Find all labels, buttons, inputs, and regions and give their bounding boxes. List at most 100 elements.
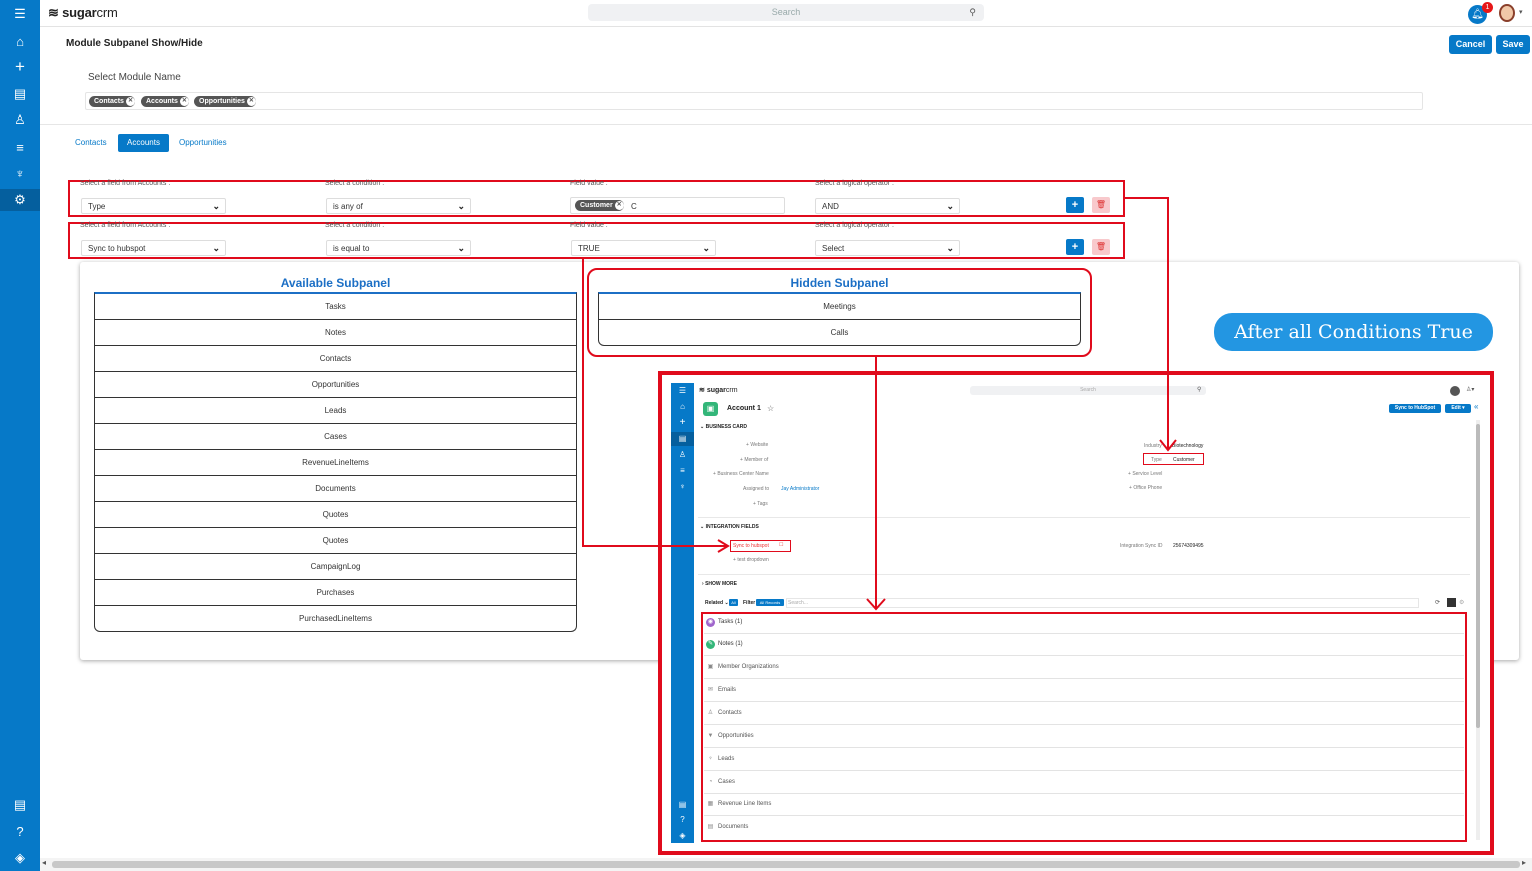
logo-suffix: crm — [96, 5, 118, 20]
chevron-down-icon[interactable]: ▾ — [1519, 8, 1523, 16]
type-value: Customer — [1173, 457, 1195, 463]
trophy-icon[interactable]: ♆ — [0, 162, 40, 184]
menu-icon: ☰ — [678, 386, 687, 395]
hidden-subpanel-list[interactable]: Meetings Calls — [598, 292, 1081, 346]
preview-user-icon: ♙▾ — [1466, 387, 1475, 393]
list-item[interactable]: Notes — [95, 320, 576, 346]
field-name: Website — [750, 442, 769, 448]
list-item[interactable]: Quotes — [95, 528, 576, 554]
user-icon[interactable]: ♙ — [0, 109, 40, 131]
module-pill-label: Accounts — [146, 98, 178, 105]
account-module-icon: ▣ — [703, 402, 718, 416]
field-label: + Office Phone — [1129, 485, 1163, 491]
refresh-icon: ⟳ — [1435, 600, 1441, 606]
field-select-value: Sync to hubspot — [88, 244, 146, 253]
filter-icon[interactable]: ≡ — [0, 136, 40, 158]
avatar[interactable] — [1499, 4, 1515, 22]
document-icon[interactable]: ▤ — [0, 83, 40, 105]
annotation-banner: After all Conditions True — [1214, 313, 1493, 351]
list-item[interactable]: CampaignLog — [95, 554, 576, 580]
available-subpanel-list[interactable]: Tasks Notes Contacts Opportunities Leads… — [94, 292, 577, 632]
document-icon: ▤ — [671, 432, 694, 446]
add-condition-button[interactable]: + — [1066, 239, 1084, 255]
condition-select-value: is any of — [333, 202, 363, 211]
all-records-chip: All Records — [756, 599, 784, 606]
operator-select-value: Select — [822, 244, 845, 253]
list-item[interactable]: Cases — [95, 424, 576, 450]
field-label: Select a field from Accounts : — [80, 222, 171, 229]
operator-select[interactable]: Select ⌄ — [815, 240, 960, 256]
integration-id-label: Integration Sync ID — [1120, 543, 1163, 549]
logo-brand: sugar — [706, 387, 726, 394]
add-condition-button[interactable]: + — [1066, 197, 1084, 213]
gear-icon[interactable]: ⚙ — [0, 189, 40, 211]
save-button[interactable]: Save — [1496, 35, 1530, 54]
field-name: Business Center Name — [717, 471, 769, 477]
tab-contacts[interactable]: Contacts — [68, 134, 114, 152]
field-label: Assigned to — [743, 486, 770, 492]
notification-badge: 1 — [1482, 2, 1493, 13]
remove-icon[interactable]: ✕ — [125, 97, 135, 106]
list-item[interactable]: Contacts — [95, 346, 576, 372]
search-placeholder: Search — [1080, 387, 1096, 393]
menu-icon[interactable]: ☰ — [0, 3, 40, 25]
tab-accounts[interactable]: Accounts — [118, 134, 169, 152]
home-icon[interactable]: ⌂ — [0, 30, 40, 52]
plus-icon[interactable]: + — [0, 56, 40, 78]
cancel-button[interactable]: Cancel — [1449, 35, 1492, 54]
condition-select-value: is equal to — [333, 244, 370, 253]
search-placeholder: Search — [771, 7, 801, 17]
delete-condition-trash-icon[interactable]: 🗑︎ — [1092, 239, 1110, 255]
field-label: + Website — [746, 442, 769, 448]
value-typed-text[interactable]: C — [631, 202, 637, 211]
industry-value: Biotechnology — [1172, 443, 1204, 449]
list-item[interactable]: Purchases — [95, 580, 576, 606]
module-pill[interactable]: Contacts ✕ — [89, 96, 135, 107]
list-item[interactable]: Tasks — [95, 294, 576, 320]
list-item[interactable]: Documents — [95, 476, 576, 502]
list-item[interactable]: PurchasedLineItems — [95, 606, 576, 632]
divider — [698, 574, 1470, 575]
module-pill[interactable]: Opportunities ✕ — [194, 96, 256, 107]
search-icon[interactable]: ⚲ — [969, 4, 976, 21]
tab-opportunities[interactable]: Opportunities — [172, 134, 234, 152]
operator-label: Select a logical operator : — [815, 180, 894, 187]
preview-logo: ≋ sugarcrm — [699, 387, 738, 394]
remove-icon[interactable]: ✕ — [179, 97, 189, 106]
list-item[interactable]: Quotes — [95, 502, 576, 528]
document-icon[interactable]: ▤ — [0, 794, 40, 816]
list-item[interactable]: RevenueLineItems — [95, 450, 576, 476]
scroll-left-icon[interactable]: ◂ — [42, 858, 46, 867]
integration-id-value: 25674309495 — [1173, 543, 1204, 549]
chevron-down-icon: ⌄ — [457, 243, 465, 253]
scroll-right-icon[interactable]: ▸ — [1522, 858, 1526, 867]
module-pill-label: Opportunities — [199, 98, 245, 105]
operator-select[interactable]: AND ⌄ — [815, 198, 960, 214]
layers-icon[interactable]: ◈ — [0, 847, 40, 869]
module-pill[interactable]: Accounts ✕ — [141, 96, 189, 107]
scrollbar-thumb[interactable] — [52, 861, 1520, 868]
trophy-icon: ♆ — [679, 482, 686, 491]
condition-select[interactable]: is equal to ⌄ — [326, 240, 471, 256]
chevron-down-icon: ⌄ — [702, 243, 710, 253]
list-item[interactable]: Leads — [95, 398, 576, 424]
chevron-down-icon: ⌄ — [946, 201, 954, 211]
remove-icon[interactable]: ✕ — [246, 97, 256, 106]
condition-select[interactable]: is any of ⌄ — [326, 198, 471, 214]
list-item[interactable]: Opportunities — [95, 372, 576, 398]
delete-condition-trash-icon[interactable]: 🗑︎ — [1092, 197, 1110, 213]
field-select[interactable]: Type ⌄ — [81, 198, 226, 214]
hidden-subpanel-title: Hidden Subpanel — [790, 276, 889, 290]
remove-icon[interactable]: ✕ — [614, 201, 624, 210]
value-pill[interactable]: Customer ✕ — [575, 200, 624, 211]
help-icon[interactable]: ? — [0, 820, 40, 842]
field-select[interactable]: Sync to hubspot ⌄ — [81, 240, 226, 256]
module-select-field[interactable] — [85, 92, 1423, 110]
list-item[interactable]: Calls — [599, 320, 1080, 346]
global-search[interactable]: Search ⚲ — [588, 4, 984, 21]
sugarcrm-logo[interactable]: ≋ sugarcrm — [48, 5, 118, 21]
show-more-toggle: › SHOW MORE — [702, 581, 738, 587]
value-select[interactable]: TRUE ⌄ — [571, 240, 716, 256]
list-item[interactable]: Meetings — [599, 294, 1080, 320]
favorite-star-icon: ☆ — [767, 404, 775, 413]
